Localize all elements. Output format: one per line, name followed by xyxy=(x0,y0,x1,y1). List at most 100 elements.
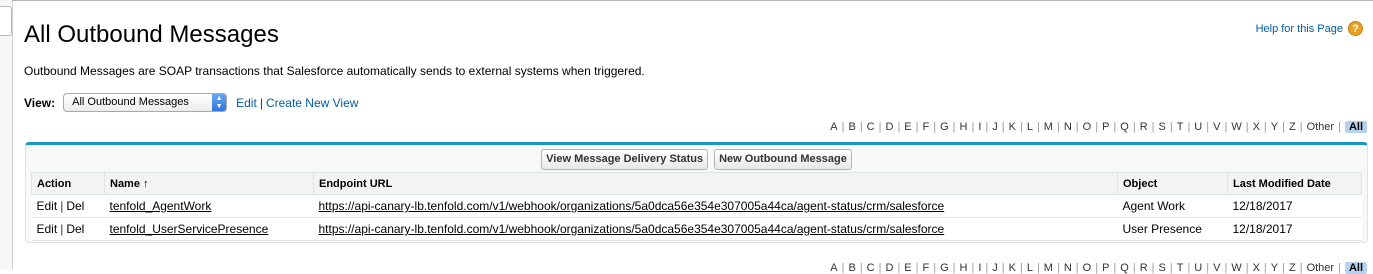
sidebar-collapse-handle[interactable] xyxy=(0,6,12,36)
alpha-filter-w[interactable]: W xyxy=(1231,262,1241,274)
alpha-filter-w[interactable]: W xyxy=(1231,121,1241,133)
alpha-filter-o[interactable]: O xyxy=(1083,262,1092,274)
alpha-filter-r[interactable]: R xyxy=(1140,262,1148,274)
alpha-filter-q[interactable]: Q xyxy=(1120,262,1129,274)
alpha-separator: | xyxy=(1187,262,1191,274)
table-header-row: Action Name ↑ Endpoint URL Object Last M… xyxy=(31,172,1362,195)
endpoint-url-link[interactable]: https://api-canary-lb.tenfold.com/v1/web… xyxy=(319,199,945,213)
alpha-filter-g[interactable]: G xyxy=(940,121,949,133)
object-cell: User Presence xyxy=(1117,217,1228,241)
alpha-filter-m[interactable]: M xyxy=(1044,262,1053,274)
alpha-filter-other[interactable]: Other xyxy=(1307,262,1335,274)
edit-link[interactable]: Edit xyxy=(37,199,58,213)
alpha-filter-h[interactable]: H xyxy=(960,262,968,274)
alpha-separator: | xyxy=(971,262,975,274)
del-link[interactable]: Del xyxy=(66,222,84,236)
alpha-filter-u[interactable]: U xyxy=(1194,262,1202,274)
alpha-separator: | xyxy=(878,262,882,274)
alpha-filter-p[interactable]: P xyxy=(1102,121,1109,133)
endpoint-url-link[interactable]: https://api-canary-lb.tenfold.com/v1/web… xyxy=(319,222,945,236)
alpha-filter-d[interactable]: D xyxy=(885,121,893,133)
alpha-filter-v[interactable]: V xyxy=(1213,121,1220,133)
column-header-name[interactable]: Name ↑ xyxy=(104,172,314,195)
alpha-filter-i[interactable]: I xyxy=(978,121,981,133)
alpha-filter-k[interactable]: K xyxy=(1009,121,1016,133)
message-name-link[interactable]: tenfold_AgentWork xyxy=(110,199,212,213)
alpha-filter-f[interactable]: F xyxy=(923,262,930,274)
alpha-filter-z[interactable]: Z xyxy=(1289,262,1296,274)
help-link[interactable]: Help for this Page xyxy=(1256,23,1343,35)
alpha-filter-j[interactable]: J xyxy=(992,262,998,274)
alpha-separator: | xyxy=(1245,121,1249,133)
alpha-separator: | xyxy=(1113,262,1117,274)
del-link[interactable]: Del xyxy=(66,199,84,213)
alpha-separator: | xyxy=(1169,262,1173,274)
alpha-filter-x[interactable]: X xyxy=(1253,121,1260,133)
alpha-filter-e[interactable]: E xyxy=(904,262,911,274)
message-name-link[interactable]: tenfold_UserServicePresence xyxy=(110,222,269,236)
alpha-separator: | xyxy=(1075,262,1079,274)
alpha-filter-r[interactable]: R xyxy=(1140,121,1148,133)
messages-table: Action Name ↑ Endpoint URL Object Last M… xyxy=(31,172,1362,241)
alpha-filter-k[interactable]: K xyxy=(1009,262,1016,274)
alpha-filter-all[interactable]: All xyxy=(1344,262,1367,274)
column-header-endpoint[interactable]: Endpoint URL xyxy=(313,172,1118,195)
alpha-filter-q[interactable]: Q xyxy=(1120,121,1129,133)
alpha-filter-j[interactable]: J xyxy=(992,121,998,133)
alpha-filter-all[interactable]: All xyxy=(1344,121,1367,133)
alpha-filter-x[interactable]: X xyxy=(1253,262,1260,274)
column-header-modified[interactable]: Last Modified Date xyxy=(1227,172,1362,195)
help-icon[interactable]: ? xyxy=(1348,21,1363,36)
list-buttons: View Message Delivery Status New Outboun… xyxy=(26,149,1367,170)
alpha-filter-y[interactable]: Y xyxy=(1271,121,1278,133)
alpha-separator: | xyxy=(1019,121,1023,133)
alpha-filter-a[interactable]: A xyxy=(830,121,837,133)
alpha-filter-l[interactable]: L xyxy=(1027,262,1033,274)
alpha-filter-d[interactable]: D xyxy=(885,262,893,274)
alpha-filter-e[interactable]: E xyxy=(904,121,911,133)
alpha-separator: | xyxy=(878,121,882,133)
alpha-filter-s[interactable]: S xyxy=(1159,262,1166,274)
alpha-filter-f[interactable]: F xyxy=(923,121,930,133)
page-description: Outbound Messages are SOAP transactions … xyxy=(24,64,645,78)
alpha-filter-b[interactable]: B xyxy=(848,121,855,133)
alpha-filter-other[interactable]: Other xyxy=(1307,121,1335,133)
alpha-separator: | xyxy=(1263,121,1267,133)
edit-view-link[interactable]: Edit xyxy=(236,96,257,110)
alpha-filter-z[interactable]: Z xyxy=(1289,121,1296,133)
create-new-view-link[interactable]: Create New View xyxy=(266,96,358,110)
alpha-filter-t[interactable]: T xyxy=(1177,262,1184,274)
alpha-filter-c[interactable]: C xyxy=(867,262,875,274)
alpha-filter-o[interactable]: O xyxy=(1083,121,1092,133)
alpha-filter-n[interactable]: N xyxy=(1064,121,1072,133)
alpha-filter-u[interactable]: U xyxy=(1194,121,1202,133)
action-separator: | xyxy=(60,222,64,236)
alpha-filter-m[interactable]: M xyxy=(1044,121,1053,133)
alpha-separator: | xyxy=(1245,262,1249,274)
sort-ascending-icon: ↑ xyxy=(143,177,149,190)
view-select[interactable]: All Outbound Messages ▲ ▼ xyxy=(63,93,228,112)
alpha-separator: | xyxy=(1113,121,1117,133)
alpha-filter-p[interactable]: P xyxy=(1102,262,1109,274)
alpha-filter-s[interactable]: S xyxy=(1159,121,1166,133)
alpha-filter-c[interactable]: C xyxy=(867,121,875,133)
alpha-filter-a[interactable]: A xyxy=(830,262,837,274)
view-label: View: xyxy=(24,95,56,110)
action-separator: | xyxy=(60,199,64,213)
alpha-filter-h[interactable]: H xyxy=(960,121,968,133)
alpha-filter-n[interactable]: N xyxy=(1064,262,1072,274)
alpha-filter-y[interactable]: Y xyxy=(1271,262,1278,274)
edit-link[interactable]: Edit xyxy=(37,222,58,236)
alpha-filter-g[interactable]: G xyxy=(940,262,949,274)
column-header-object[interactable]: Object xyxy=(1117,172,1228,195)
alpha-filter-l[interactable]: L xyxy=(1027,121,1033,133)
alpha-separator: | xyxy=(841,262,845,274)
alpha-filter-i[interactable]: I xyxy=(978,262,981,274)
alpha-separator: | xyxy=(1036,121,1040,133)
alpha-filter-b[interactable]: B xyxy=(848,262,855,274)
view-delivery-status-button[interactable]: View Message Delivery Status xyxy=(541,149,709,170)
new-outbound-message-button[interactable]: New Outbound Message xyxy=(714,149,852,170)
alpha-filter-v[interactable]: V xyxy=(1213,262,1220,274)
alpha-filter-t[interactable]: T xyxy=(1177,121,1184,133)
alpha-separator: | xyxy=(985,121,989,133)
